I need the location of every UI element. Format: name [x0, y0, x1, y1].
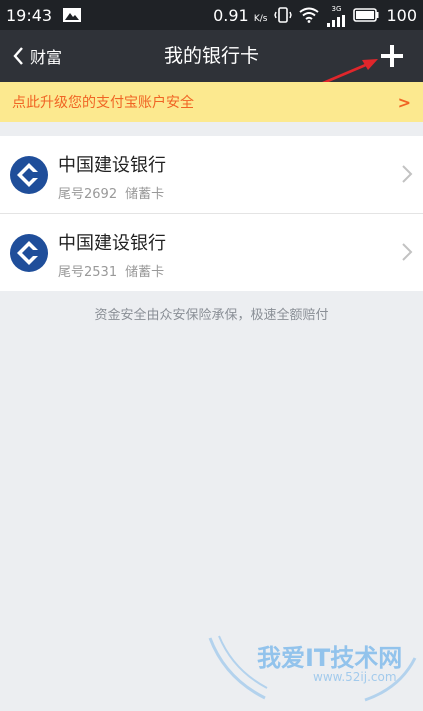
watermark: 我爱IT技术网 www.52ij.com: [205, 628, 420, 708]
bank-name: 中国建设银行: [58, 233, 166, 254]
bank-name: 中国建设银行: [58, 155, 166, 176]
title-bar: 我的银行卡 财富: [0, 30, 423, 88]
back-button-label: 财富: [30, 48, 63, 67]
network-speed-unit: K/s: [253, 13, 268, 24]
add-card-button[interactable]: [379, 43, 405, 69]
network-speed: 0.91 K/s: [213, 6, 267, 25]
status-bar-left: 19:43: [6, 6, 82, 25]
image-notification-icon: [63, 8, 82, 22]
chevron-left-icon: [13, 47, 23, 65]
banner-text: 点此升级您的支付宝账户安全: [12, 95, 194, 111]
bank-card-item[interactable]: 中国建设银行 尾号2531 储蓄卡: [0, 214, 423, 291]
card-tail-number: 尾号2692: [58, 187, 118, 202]
bank-card-list: 中国建设银行 尾号2692 储蓄卡 中国建设银行 尾号2531 储蓄卡: [0, 136, 423, 291]
ccb-bank-logo-icon: [10, 234, 48, 272]
watermark-wings-icon: [208, 635, 417, 702]
ccb-bank-logo-icon: [10, 156, 48, 194]
wifi-icon: [299, 7, 320, 23]
vibrate-icon: [274, 7, 293, 23]
back-button[interactable]: 财富: [12, 30, 62, 82]
network-speed-value: 0.91: [213, 5, 249, 25]
card-info: 尾号2531 储蓄卡: [58, 261, 164, 280]
chevron-right-icon: [402, 243, 413, 261]
status-bar-right: 0.91 K/s 3G 100: [213, 3, 417, 27]
insurance-note: 资金安全由众安保险承保，极速全额赔付: [94, 308, 329, 323]
chevron-right-icon: [402, 165, 413, 183]
status-bar: 19:43 0.91 K/s 3G 100: [0, 0, 423, 30]
banner-arrow-icon: >: [397, 92, 411, 112]
bank-card-item[interactable]: 中国建设银行 尾号2692 储蓄卡: [0, 136, 423, 214]
card-tail-number: 尾号2531: [58, 265, 118, 280]
network-type: 3G: [326, 3, 346, 27]
battery-icon: [353, 8, 379, 22]
card-info: 尾号2692 储蓄卡: [58, 183, 164, 202]
signal-icon: [327, 15, 346, 27]
card-type: 储蓄卡: [125, 187, 165, 202]
battery-level: 100: [386, 5, 417, 25]
watermark-text: 我爱IT技术网: [257, 644, 403, 672]
status-time: 19:43: [6, 5, 53, 25]
watermark-url: www.52ij.com: [313, 670, 397, 684]
card-type: 储蓄卡: [125, 265, 165, 280]
security-upgrade-banner[interactable]: 点此升级您的支付宝账户安全 >: [0, 82, 423, 122]
network-type-label: 3G: [331, 5, 342, 13]
